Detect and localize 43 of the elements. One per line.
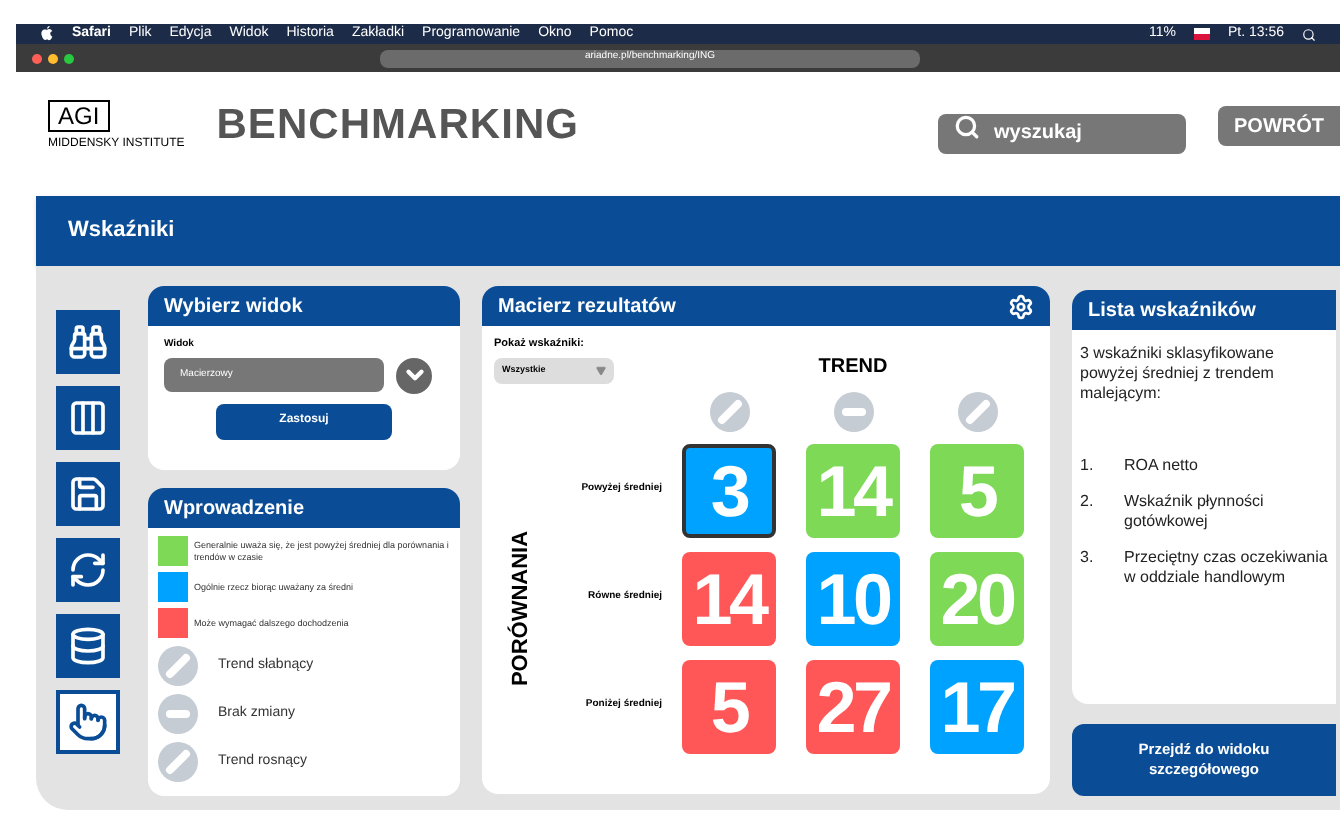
card-title: Lista wskaźników xyxy=(1088,297,1256,325)
minus-icon xyxy=(158,694,198,734)
cycle-icon xyxy=(68,550,108,590)
sidebar-button[interactable] xyxy=(56,310,120,374)
search-icon xyxy=(954,113,980,139)
sidebar-button[interactable] xyxy=(56,538,120,602)
sidebar-button[interactable] xyxy=(56,462,120,526)
list-text: ROA netto xyxy=(1124,456,1198,476)
sidebar-button[interactable] xyxy=(56,614,120,678)
card-title: Wybierz widok xyxy=(164,293,303,321)
pointing-hand-icon xyxy=(68,702,108,742)
caret-icon xyxy=(596,366,606,377)
slash-icon xyxy=(709,392,749,432)
flag-icon xyxy=(1193,28,1210,40)
slash-icon xyxy=(158,646,198,686)
column-axis-label: TREND xyxy=(818,354,888,382)
sidebar-button[interactable] xyxy=(56,386,120,450)
binoculars-icon xyxy=(68,322,108,362)
list-number: 2. xyxy=(1080,492,1096,514)
search-field[interactable]: wyszukaj xyxy=(938,113,1186,153)
apple-icon xyxy=(40,26,54,42)
search-icon[interactable] xyxy=(1302,27,1316,41)
row-axis-label: PORÓWNANIA xyxy=(505,531,536,687)
database-icon xyxy=(68,626,108,666)
logo: AGI xyxy=(48,99,110,131)
dropdown-icon[interactable] xyxy=(396,357,432,393)
page-title: BENCHMARKING xyxy=(216,100,580,153)
card-title: Macierz rezultatów xyxy=(498,293,676,321)
list-intro: 3 wskaźniki sklasyfikowane powyżej średniej z trendem malejącym: xyxy=(1080,344,1276,404)
section-title: Wskaźniki xyxy=(68,216,175,247)
list-number: 3. xyxy=(1080,548,1096,570)
list-text: Wskaźnik płynności gotówkowej xyxy=(1124,492,1266,532)
sidebar-button[interactable] xyxy=(56,690,120,754)
back-button[interactable]: POWRÓT xyxy=(1218,106,1340,146)
slash-icon xyxy=(957,392,997,432)
slash-icon xyxy=(158,742,198,782)
columns-icon xyxy=(68,398,108,438)
card-title: Wprowadzenie xyxy=(164,495,305,523)
list-number: 1. xyxy=(1080,456,1096,476)
save-icon xyxy=(68,474,108,514)
list-text: Przeciętny czas oczekiwania w oddziale handlowym xyxy=(1124,548,1328,588)
settings-icon[interactable] xyxy=(1008,293,1034,319)
minus-icon xyxy=(833,392,873,432)
